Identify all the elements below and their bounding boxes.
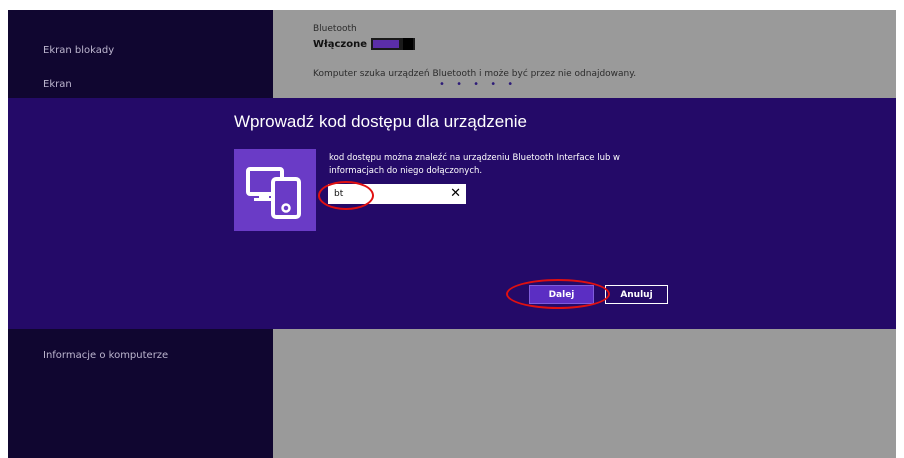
device-tile — [234, 149, 316, 231]
dialog-title: Wprowadź kod dostępu dla urządzenie — [234, 112, 527, 131]
progress-dots: • • • • • — [439, 79, 518, 90]
clear-input-icon[interactable]: ✕ — [450, 185, 461, 203]
bluetooth-label: Bluetooth — [313, 24, 357, 34]
nav-item-lock-screen[interactable]: Ekran blokady — [43, 45, 114, 56]
nav-item-display[interactable]: Ekran — [43, 79, 72, 90]
toggle-fill — [373, 40, 399, 48]
devices-icon — [246, 167, 301, 219]
nav-item-pc-info[interactable]: Informacje o komputerze — [43, 350, 168, 361]
bluetooth-state: Włączone — [313, 39, 368, 50]
settings-screen: Ekran blokady Ekran Informacje o kompute… — [8, 10, 896, 458]
bluetooth-toggle[interactable] — [371, 38, 415, 50]
passcode-dialog: Wprowadź kod dostępu dla urządzenie kod … — [8, 98, 896, 329]
cancel-button[interactable]: Anuluj — [605, 285, 668, 304]
bluetooth-status-text: Komputer szuka urządzeń Bluetooth i może… — [313, 69, 637, 79]
toggle-knob — [403, 38, 413, 50]
passcode-input[interactable] — [334, 187, 434, 201]
passcode-field: ✕ — [328, 184, 466, 204]
next-button[interactable]: Dalej — [529, 285, 594, 304]
dialog-instruction: kod dostępu można znaleźć na urządzeniu … — [329, 153, 621, 176]
